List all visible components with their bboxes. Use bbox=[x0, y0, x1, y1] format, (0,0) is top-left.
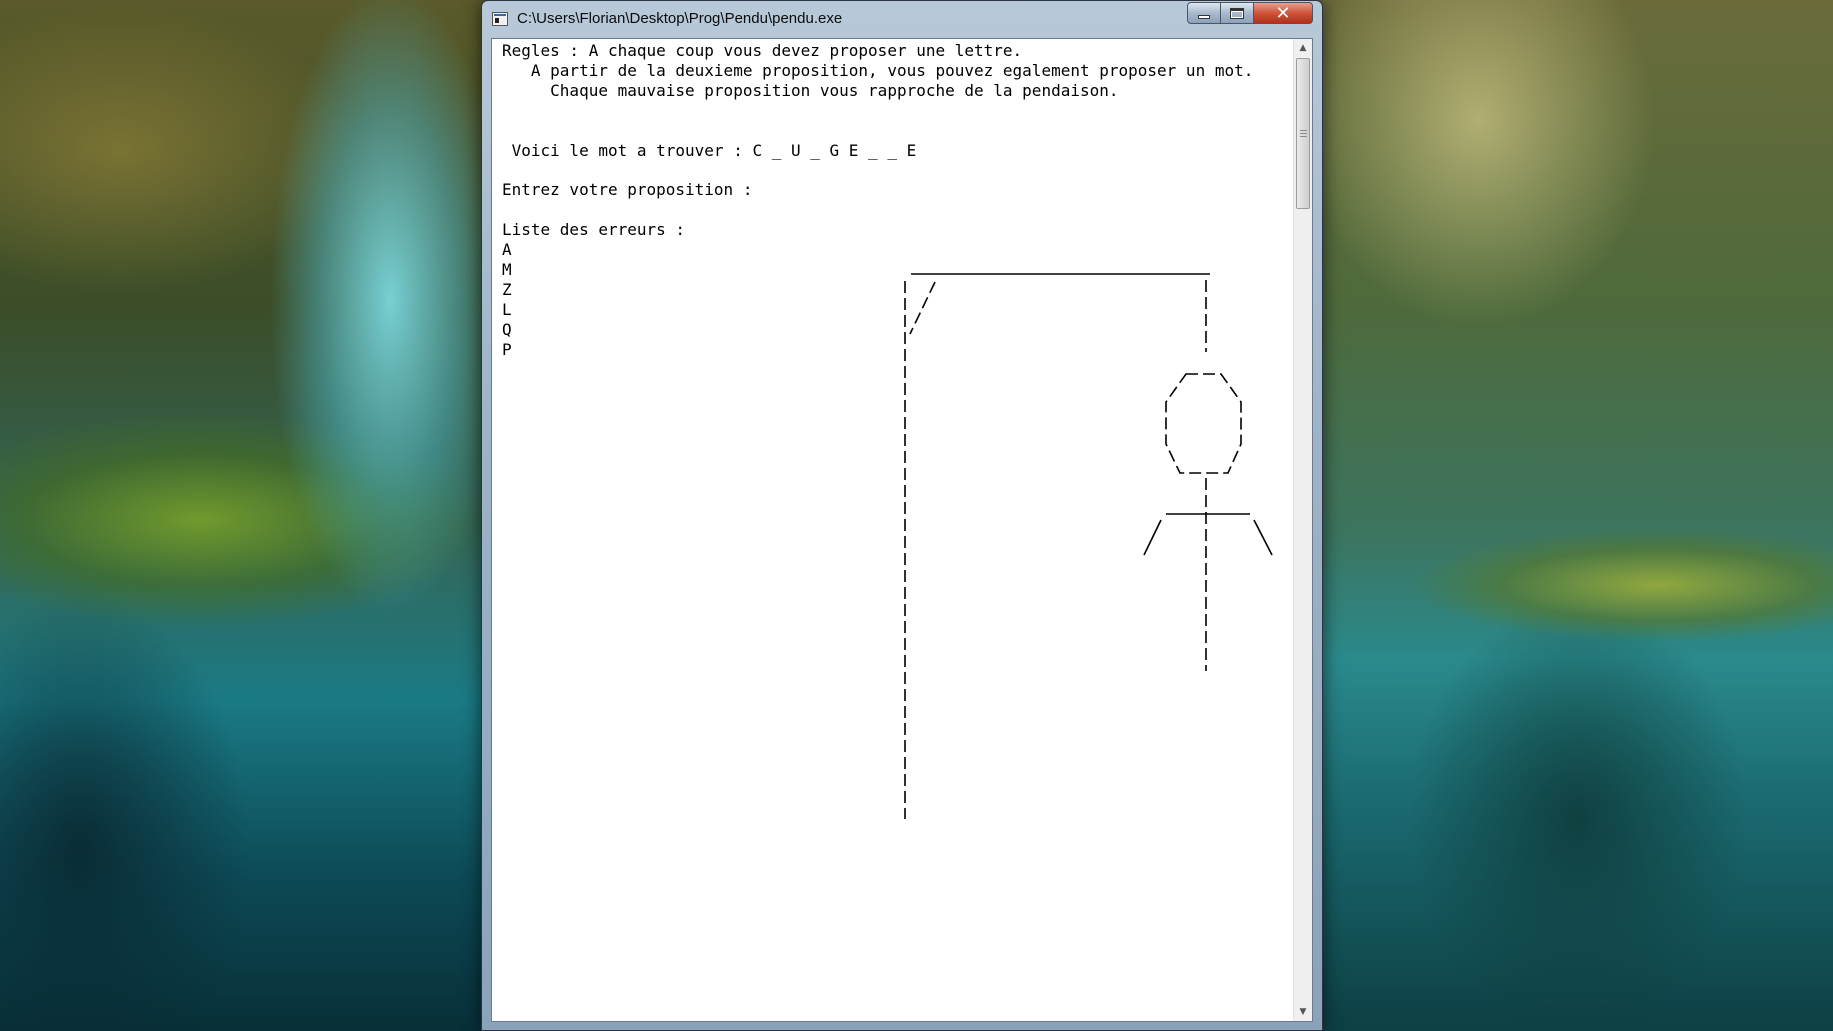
rules-line-3: Chaque mauvaise proposition vous rapproc… bbox=[502, 80, 1119, 100]
console-app-icon[interactable] bbox=[492, 12, 508, 26]
word-pattern: C _ U _ G E _ _ E bbox=[752, 140, 917, 160]
scroll-down-arrow-icon[interactable]: ▼ bbox=[1294, 1003, 1312, 1021]
error-letter: Q bbox=[502, 319, 512, 339]
hangman-head bbox=[1165, 373, 1242, 474]
minimize-button[interactable] bbox=[1187, 2, 1221, 24]
title-bar[interactable]: C:\Users\Florian\Desktop\Prog\Pendu\pend… bbox=[482, 1, 1322, 37]
hangman-drawing bbox=[904, 273, 1273, 819]
scroll-up-arrow-icon[interactable]: ▲ bbox=[1294, 39, 1312, 57]
console-output-area[interactable]: Regles : A chaque coup vous devez propos… bbox=[491, 38, 1313, 1022]
window-title: C:\Users\Florian\Desktop\Prog\Pendu\pend… bbox=[517, 10, 843, 27]
errors-heading: Liste des erreurs : bbox=[502, 220, 686, 240]
scroll-grip-line bbox=[1300, 130, 1307, 131]
error-letter: Z bbox=[502, 279, 512, 299]
error-letter: A bbox=[502, 240, 512, 260]
input-prompt: Entrez votre proposition : bbox=[502, 180, 763, 200]
wallpaper-left-panel bbox=[0, 0, 485, 1031]
error-letter: L bbox=[502, 299, 512, 319]
scroll-grip-line bbox=[1300, 136, 1307, 137]
minimize-icon bbox=[1198, 15, 1210, 19]
scroll-grip-line bbox=[1300, 133, 1307, 134]
error-letter: M bbox=[502, 259, 512, 279]
scroll-thumb[interactable] bbox=[1296, 58, 1310, 209]
error-letter: P bbox=[502, 339, 512, 359]
vertical-scrollbar[interactable]: ▲ ▼ bbox=[1293, 39, 1312, 1021]
close-button[interactable]: ✕ bbox=[1253, 2, 1313, 24]
gallows-brace bbox=[909, 281, 936, 335]
maximize-button[interactable] bbox=[1220, 2, 1254, 24]
maximize-icon bbox=[1230, 7, 1244, 19]
rules-line-1: Regles : A chaque coup vous devez propos… bbox=[502, 41, 1023, 60]
close-icon: ✕ bbox=[1275, 2, 1291, 24]
word-prompt: Voici le mot a trouver : bbox=[502, 140, 753, 160]
console-window: C:\Users\Florian\Desktop\Prog\Pendu\pend… bbox=[481, 0, 1323, 1031]
hangman-left-arm bbox=[1143, 519, 1162, 556]
rules-line-2: A partir de la deuxieme proposition, vou… bbox=[502, 60, 1254, 80]
wallpaper-right-panel bbox=[1318, 0, 1833, 1031]
hangman-right-arm bbox=[1253, 519, 1273, 556]
